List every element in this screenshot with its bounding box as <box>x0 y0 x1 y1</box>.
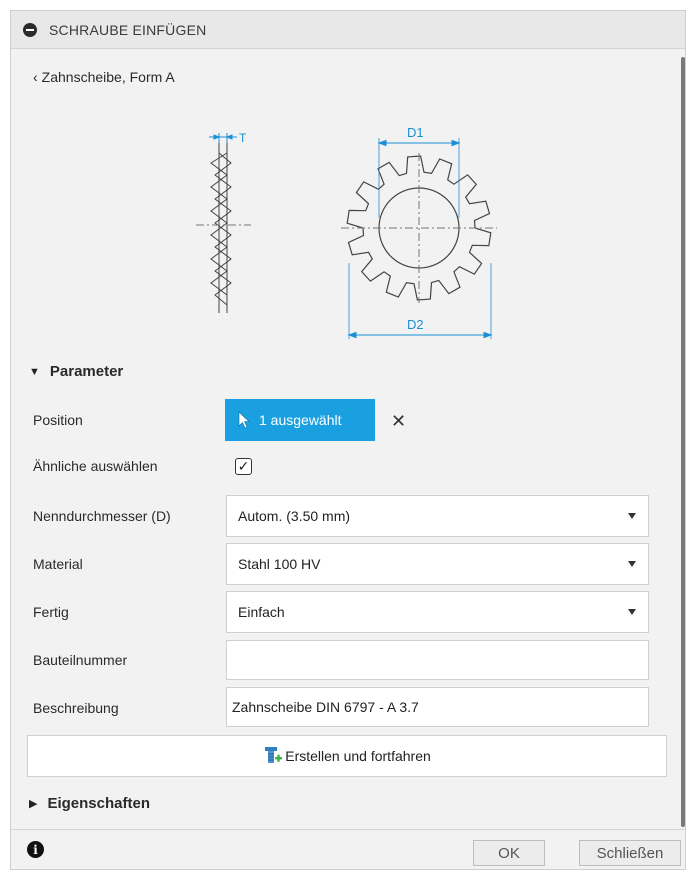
close-button[interactable]: Schließen <box>579 840 681 866</box>
clear-selection-icon[interactable]: ✕ <box>391 411 406 432</box>
insert-screw-dialog: SCHRAUBE EINFÜGEN ‹ Zahnscheibe, Form A … <box>10 10 686 870</box>
position-label: Position <box>33 412 83 428</box>
back-link[interactable]: ‹ Zahnscheibe, Form A <box>33 69 175 85</box>
triangle-down-icon: ▼ <box>29 365 40 378</box>
nominal-diameter-label: Nenndurchmesser (D) <box>33 508 171 524</box>
position-select-label: 1 ausgewählt <box>259 412 342 428</box>
similar-checkbox[interactable]: ✓ <box>235 458 252 475</box>
finish-value: Einfach <box>238 604 285 620</box>
ok-button[interactable]: OK <box>473 840 545 866</box>
dropdown-arrow-icon <box>628 609 636 615</box>
dialog-footer: i OK Schließen <box>11 829 685 869</box>
cursor-icon <box>238 411 250 429</box>
t-dimension <box>209 133 237 143</box>
d2-label: D2 <box>407 317 424 332</box>
insert-bolt-icon <box>265 747 283 763</box>
scrollbar[interactable] <box>681 57 685 827</box>
description-input[interactable]: Zahnscheibe DIN 6797 - A 3.7 <box>226 687 649 727</box>
create-and-continue-label: Erstellen und fortfahren <box>285 748 431 764</box>
triangle-right-icon: ▶ <box>29 798 38 810</box>
properties-section-header[interactable]: ▶ Eigenschaften <box>29 795 150 812</box>
d1-label: D1 <box>407 125 424 140</box>
material-select[interactable]: Stahl 100 HV <box>226 543 649 585</box>
parameter-section-label: Parameter <box>49 363 124 380</box>
dialog-titlebar: SCHRAUBE EINFÜGEN <box>11 11 685 49</box>
back-link-label: Zahnscheibe, Form A <box>41 69 175 85</box>
description-label: Beschreibung <box>33 700 119 716</box>
properties-section-label: Eigenschaften <box>47 795 150 812</box>
material-label: Material <box>33 556 83 572</box>
dropdown-arrow-icon <box>628 561 636 567</box>
material-value: Stahl 100 HV <box>238 556 321 572</box>
info-icon[interactable]: i <box>27 841 44 858</box>
dropdown-arrow-icon <box>628 513 636 519</box>
parameter-section-header[interactable]: ▼ Parameter <box>29 363 123 380</box>
similar-label: Ähnliche auswählen <box>33 458 158 474</box>
create-and-continue-button[interactable]: Erstellen und fortfahren <box>27 735 667 777</box>
part-number-label: Bauteilnummer <box>33 652 128 668</box>
position-select-button[interactable]: 1 ausgewählt <box>225 399 375 441</box>
finish-label: Fertig <box>33 604 69 620</box>
t-label: T <box>239 131 247 145</box>
nominal-diameter-select[interactable]: Autom. (3.50 mm) <box>226 495 649 537</box>
washer-illustration: T D1 D2 <box>196 125 497 339</box>
nominal-diameter-value: Autom. (3.50 mm) <box>238 508 351 524</box>
washer-side-view <box>210 141 232 313</box>
collapse-icon[interactable] <box>23 22 37 37</box>
part-number-input[interactable] <box>226 640 649 680</box>
chevron-left-icon: ‹ <box>33 69 38 85</box>
checkmark-icon: ✓ <box>237 458 250 474</box>
dialog-title: SCHRAUBE EINFÜGEN <box>49 21 207 38</box>
finish-select[interactable]: Einfach <box>226 591 649 633</box>
